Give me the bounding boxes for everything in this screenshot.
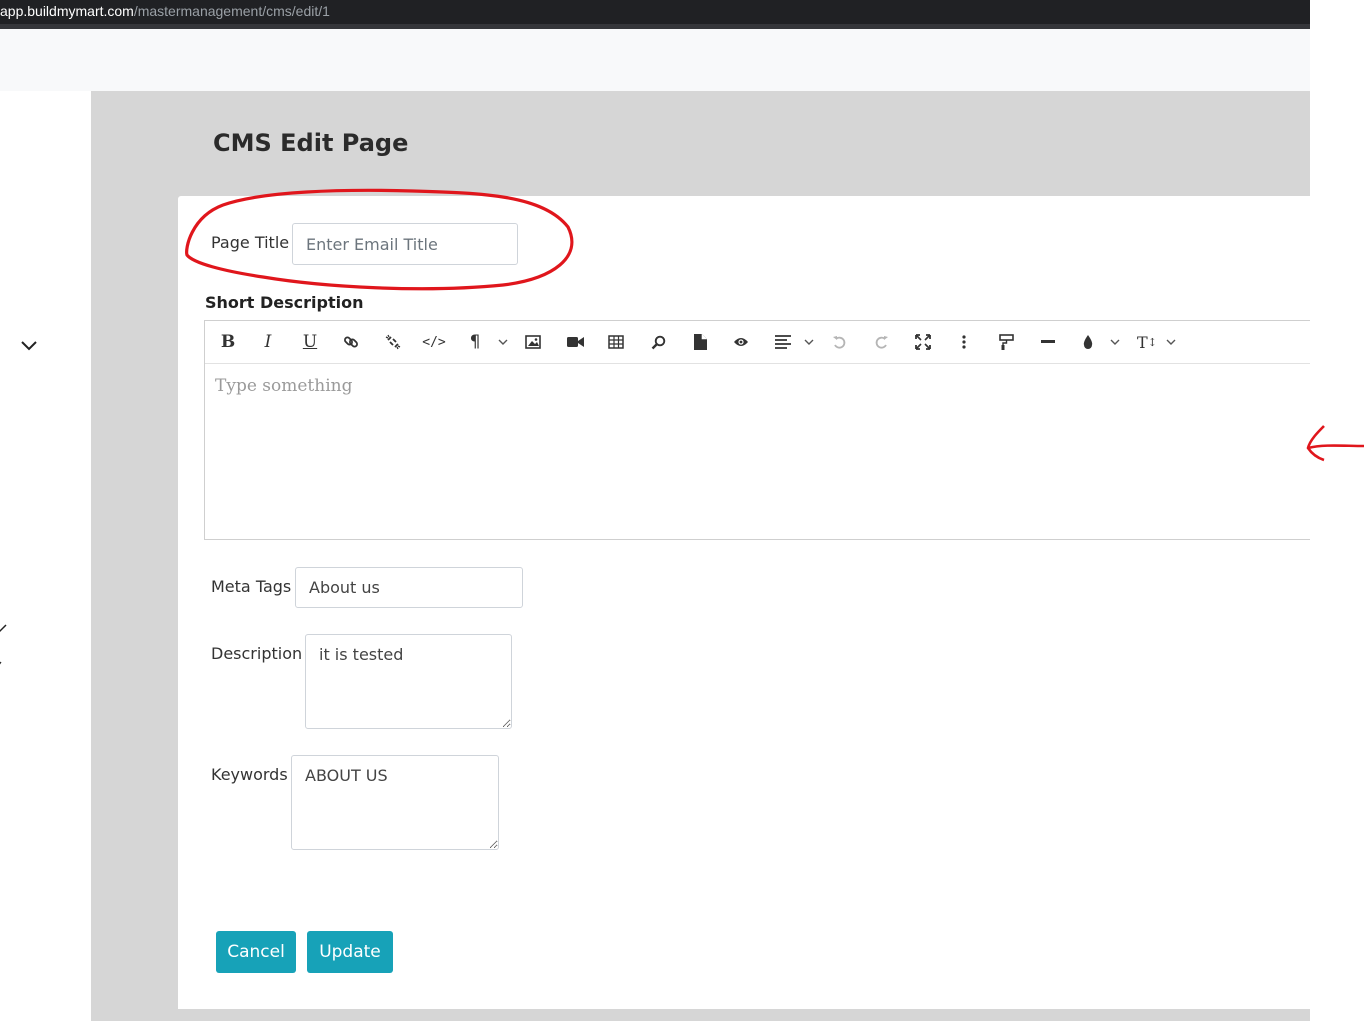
short-description-label: Short Description [205,293,364,312]
redo-icon[interactable] [872,331,890,353]
horizontal-rule-icon[interactable] [1039,331,1057,353]
bullet-icon [0,661,2,665]
description-label: Description [211,644,303,663]
fullscreen-icon[interactable] [914,331,932,353]
align-icon[interactable] [774,331,792,353]
unlink-icon[interactable] [384,331,402,353]
chevron-down-icon[interactable] [1109,334,1121,350]
form-card: Page Title Short Description B I U </> ¶ [178,196,1310,1009]
url-path: /mastermanagement/cms/edit/1 [133,3,330,19]
page-title-label: Page Title [211,233,290,252]
more-icon[interactable] [956,331,972,353]
sidebar [0,91,91,1021]
cancel-button[interactable]: Cancel [216,931,296,973]
annotation-arrow [1306,425,1365,462]
editor-toolbar: B I U </> ¶ T ↕ [205,321,1310,364]
keywords-label: Keywords [211,765,288,784]
chevron-down-icon[interactable] [20,339,38,353]
meta-tags-input[interactable] [295,567,523,608]
rich-text-editor: B I U </> ¶ T ↕ Type something [204,320,1310,540]
url-host: app.buildmymart.com [0,3,134,19]
image-icon[interactable] [524,331,542,353]
meta-tags-label: Meta Tags [211,577,292,596]
paragraph-icon[interactable]: ¶ [468,331,482,353]
main-content: CMS Edit Page Page Title Short Descripti… [91,91,1310,1021]
update-button[interactable]: Update [307,931,393,973]
table-icon[interactable] [607,331,625,353]
search-icon[interactable] [649,331,667,353]
video-icon[interactable] [566,331,584,353]
top-navbar [0,29,1310,91]
undo-icon[interactable] [830,331,848,353]
description-textarea[interactable]: it is tested [305,634,512,729]
keywords-textarea[interactable]: ABOUT US [291,755,499,850]
text-color-icon[interactable] [1081,331,1095,353]
italic-icon[interactable]: I [261,331,275,353]
chevron-down-icon[interactable] [1165,334,1177,350]
page-title-input[interactable] [292,223,518,265]
font-size-icon[interactable]: T ↕ [1136,331,1158,353]
bold-icon[interactable]: B [219,331,237,353]
link-icon[interactable] [342,331,360,353]
file-icon[interactable] [691,331,709,353]
chevron-down-icon[interactable] [497,334,509,350]
address-bar[interactable]: app.buildmymart.com/mastermanagement/cms… [0,0,1310,24]
page-title: CMS Edit Page [213,129,409,157]
format-painter-icon[interactable] [997,331,1015,353]
chevron-down-icon[interactable] [803,334,815,350]
preview-icon[interactable] [732,331,750,353]
code-view-icon[interactable]: </> [422,331,445,353]
underline-icon[interactable]: U [301,331,319,353]
editor-content-area[interactable]: Type something [205,364,1310,540]
chevron-icon[interactable] [0,621,10,635]
